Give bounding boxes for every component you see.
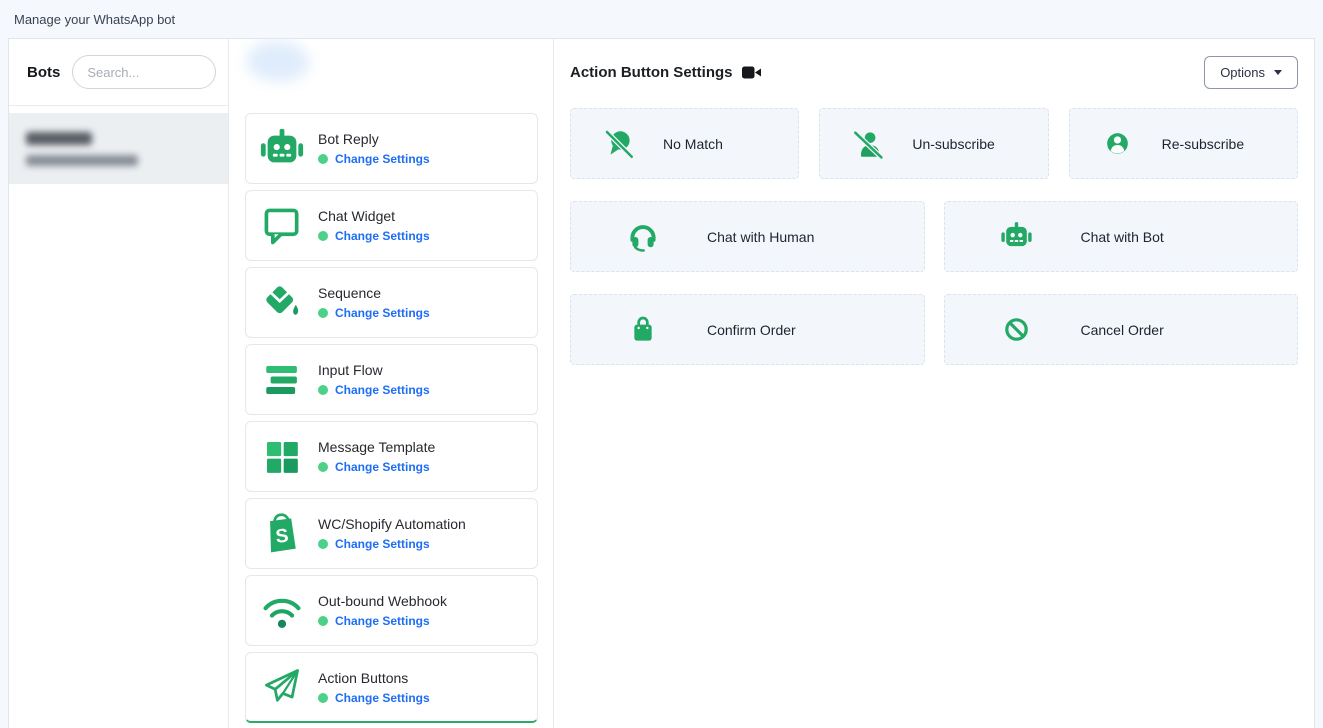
robot-icon [999, 220, 1035, 253]
slashed-circle-icon [999, 314, 1035, 345]
robot-icon [246, 126, 318, 172]
action-button-chat-with-human[interactable]: Chat with Human [570, 201, 925, 272]
status-dot [318, 154, 328, 164]
bot-search-input[interactable] [72, 55, 216, 89]
status-dot [318, 231, 328, 241]
status-dot [318, 385, 328, 395]
redacted-bot-phone [26, 155, 138, 166]
status-dot [318, 539, 328, 549]
status-dot [318, 308, 328, 318]
action-button-label: Cancel Order [1081, 322, 1164, 338]
status-dot [318, 616, 328, 626]
panel-header: Action Button Settings Options [570, 39, 1298, 89]
card-title: Action Buttons [318, 670, 430, 686]
bot-list-item-selected[interactable] [9, 113, 228, 184]
video-camera-icon [742, 65, 761, 80]
settings-card-outbound-webhook[interactable]: Out-bound Webhook Change Settings [245, 575, 538, 646]
change-settings-link[interactable]: Change Settings [335, 306, 430, 320]
action-button-resubscribe[interactable]: Re-subscribe [1069, 108, 1298, 179]
person-slash-icon [850, 127, 886, 161]
panel-title-text: Action Button Settings [570, 64, 732, 81]
action-button-settings-panel: Action Button Settings Options [554, 39, 1314, 728]
settings-card-chat-widget[interactable]: Chat Widget Change Settings [245, 190, 538, 261]
chat-slash-icon [601, 127, 637, 161]
settings-card-list: Bot Reply Change Settings Chat Widget Ch… [245, 113, 538, 728]
action-button-label: Confirm Order [707, 322, 796, 338]
grid-icon [246, 437, 318, 477]
caret-down-icon [1274, 70, 1282, 75]
bag-icon [625, 314, 661, 346]
wifi-icon [246, 589, 318, 633]
action-button-confirm-order[interactable]: Confirm Order [570, 294, 925, 365]
settings-card-input-flow[interactable]: Input Flow Change Settings [245, 344, 538, 415]
change-settings-link[interactable]: Change Settings [335, 383, 430, 397]
action-button-row-1: No Match Un-subscribe [570, 108, 1298, 179]
main-panel: Bots [8, 38, 1315, 728]
action-button-label: Chat with Human [707, 229, 814, 245]
action-button-label: Un-subscribe [912, 136, 994, 152]
action-button-label: No Match [663, 136, 723, 152]
action-button-label: Re-subscribe [1162, 136, 1244, 152]
action-button-chat-with-bot[interactable]: Chat with Bot [944, 201, 1299, 272]
paint-bucket-icon [246, 281, 318, 325]
panel-title: Action Button Settings [570, 64, 761, 81]
change-settings-link[interactable]: Change Settings [335, 537, 430, 551]
page-title: Manage your WhatsApp bot [14, 12, 175, 27]
action-button-row-3: Confirm Order Cancel Order [570, 294, 1298, 365]
settings-card-bot-reply[interactable]: Bot Reply Change Settings [245, 113, 538, 184]
settings-nav-column: Bot Reply Change Settings Chat Widget Ch… [229, 39, 554, 728]
settings-card-sequence[interactable]: Sequence Change Settings [245, 267, 538, 338]
status-dot [318, 462, 328, 472]
action-button-unsubscribe[interactable]: Un-subscribe [819, 108, 1048, 179]
settings-card-message-template[interactable]: Message Template Change Settings [245, 421, 538, 492]
action-button-no-match[interactable]: No Match [570, 108, 799, 179]
change-settings-link[interactable]: Change Settings [335, 460, 430, 474]
card-title: Bot Reply [318, 131, 430, 147]
bots-heading: Bots [27, 64, 60, 81]
card-title: Out-bound Webhook [318, 593, 447, 609]
action-button-cancel-order[interactable]: Cancel Order [944, 294, 1299, 365]
svg-text:S: S [275, 525, 290, 547]
card-title: Sequence [318, 285, 430, 301]
person-circle-icon [1100, 128, 1136, 159]
shopify-bag-icon: S [246, 512, 318, 556]
change-settings-link[interactable]: Change Settings [335, 614, 430, 628]
change-settings-link[interactable]: Change Settings [335, 229, 430, 243]
card-title: Message Template [318, 439, 435, 455]
status-dot [318, 693, 328, 703]
sidebar-header: Bots [9, 39, 228, 106]
change-settings-link[interactable]: Change Settings [335, 691, 430, 705]
action-button-row-2: Chat with Human Chat with Bot [570, 201, 1298, 272]
change-settings-link[interactable]: Change Settings [335, 152, 430, 166]
redacted-bot-name [26, 132, 92, 145]
input-flow-icon [246, 359, 318, 401]
options-button-label: Options [1220, 65, 1265, 80]
paper-plane-icon [246, 665, 318, 709]
action-button-label: Chat with Bot [1081, 229, 1164, 245]
settings-card-wc-shopify[interactable]: S WC/Shopify Automation Change Settings [245, 498, 538, 569]
top-bar: Manage your WhatsApp bot [0, 0, 1323, 38]
card-title: Input Flow [318, 362, 430, 378]
card-title: WC/Shopify Automation [318, 516, 466, 532]
headset-icon [625, 220, 661, 254]
settings-card-action-buttons[interactable]: Action Buttons Change Settings [245, 652, 538, 723]
blurred-avatar-blob [247, 41, 309, 81]
options-button[interactable]: Options [1204, 56, 1298, 89]
chat-widget-icon [246, 204, 318, 248]
bots-sidebar: Bots [9, 39, 229, 728]
card-title: Chat Widget [318, 208, 430, 224]
